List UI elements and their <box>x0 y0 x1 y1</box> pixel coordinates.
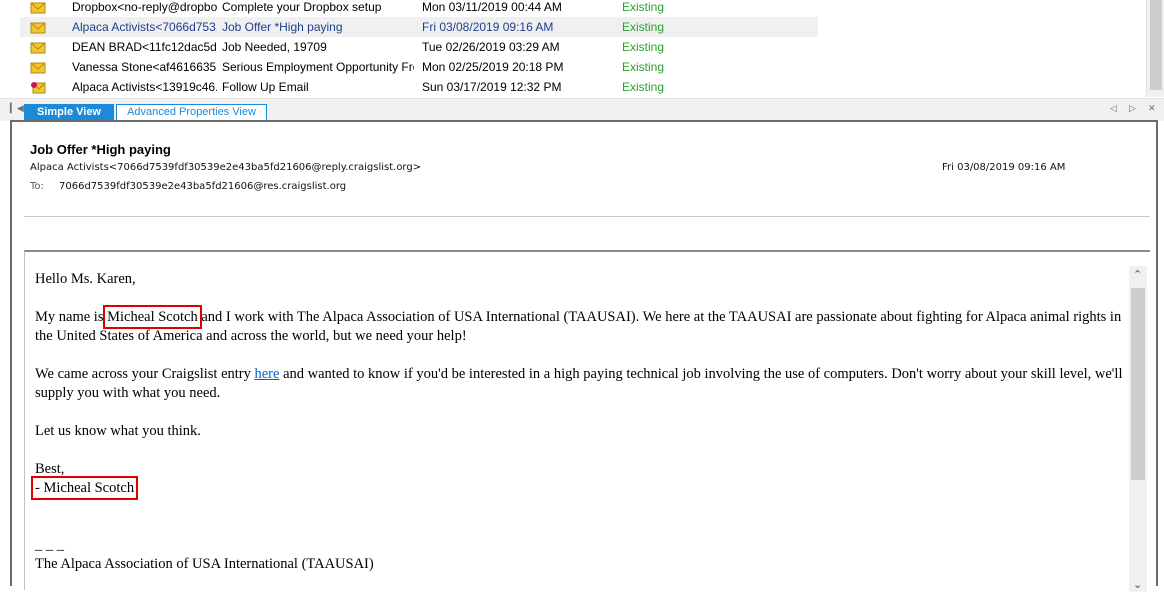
message-date: Mon 02/25/2019 20:18 PM <box>422 60 564 74</box>
highlighted-sender-name: Micheal Scotch <box>103 305 202 329</box>
message-status: Existing <box>622 20 665 34</box>
reading-pane: Job Offer *High paying Alpaca Activists<… <box>10 120 1158 592</box>
paragraph-closing: Let us know what you think. <box>35 423 201 439</box>
tab-prev-icon[interactable]: ◁ <box>1110 103 1117 114</box>
scroll-down-icon[interactable]: ⌄ <box>1133 578 1142 591</box>
message-status: Existing <box>622 0 665 14</box>
reply-envelope-icon <box>31 82 46 94</box>
header-divider <box>24 216 1150 217</box>
message-subject: Job Offer *High paying <box>222 20 343 34</box>
message-subject: Follow Up Email <box>222 80 309 94</box>
message-from: DEAN BRAD<11fc12dac5d... <box>72 40 217 54</box>
message-status: Existing <box>622 80 665 94</box>
message-date: Tue 02/26/2019 03:29 AM <box>422 40 560 54</box>
message-from: Alpaca Activists<7066d753... <box>72 20 217 34</box>
organization-name: The Alpaca Association of USA Internatio… <box>35 556 374 572</box>
closing: Best, <box>35 461 65 477</box>
highlighted-signature: - Micheal Scotch <box>30 476 139 500</box>
message-row[interactable]: Alpaca Activists<7066d753... Job Offer *… <box>20 17 818 37</box>
message-status: Existing <box>622 40 665 54</box>
message-from: Dropbox<no-reply@dropbox... <box>72 0 217 14</box>
email-to-label: To: <box>30 181 44 192</box>
greeting: Hello Ms. Karen, <box>35 271 136 287</box>
message-status: Existing <box>622 60 665 74</box>
message-date: Sun 03/17/2019 12:32 PM <box>422 80 562 94</box>
envelope-icon <box>30 2 46 14</box>
email-date: Fri 03/08/2019 09:16 AM <box>942 162 1066 173</box>
email-body-frame: Hello Ms. Karen, My name is Micheal Scot… <box>24 250 1150 593</box>
email-subject: Job Offer *High paying <box>30 142 171 157</box>
paragraph-craigslist: We came across your Craigslist entry her… <box>35 366 1123 401</box>
scroll-left-icon[interactable]: ▎◀ <box>10 103 24 114</box>
tab-advanced-properties-view[interactable]: Advanced Properties View <box>116 104 267 120</box>
here-link[interactable]: here <box>255 366 280 382</box>
email-body: Hello Ms. Karen, My name is Micheal Scot… <box>30 270 1125 593</box>
message-from: Alpaca Activists<13919c46... <box>72 80 217 94</box>
message-row[interactable]: Vanessa Stone<af4616635... Serious Emplo… <box>20 57 818 77</box>
tab-next-icon[interactable]: ▷ <box>1129 103 1136 114</box>
message-subject: Serious Employment Opportunity From ... <box>222 60 414 74</box>
message-from: Vanessa Stone<af4616635... <box>72 60 217 74</box>
message-subject: Job Needed, 19709 <box>222 40 327 54</box>
message-row[interactable]: DEAN BRAD<11fc12dac5d... Job Needed, 197… <box>20 37 818 57</box>
scrollbar-thumb[interactable] <box>1131 288 1145 480</box>
tab-simple-view[interactable]: Simple View <box>24 104 114 120</box>
separator-dashes: _ _ _ <box>35 537 64 553</box>
scroll-up-icon[interactable]: ⌃ <box>1133 268 1142 281</box>
message-date: Mon 03/11/2019 00:44 AM <box>422 0 562 14</box>
signature-block: Best, - Micheal Scotch <box>30 460 1125 500</box>
message-list-scrollbar[interactable] <box>1146 0 1164 97</box>
envelope-icon <box>30 22 46 34</box>
body-scrollbar[interactable]: ⌃ ⌄ <box>1129 266 1147 592</box>
message-list: Dropbox<no-reply@dropbox... Complete you… <box>0 0 1146 97</box>
envelope-icon <box>30 62 46 74</box>
email-from: Alpaca Activists<7066d7539fdf30539e2e43b… <box>30 162 422 173</box>
scrollbar-thumb[interactable] <box>1150 0 1162 90</box>
email-to: 7066d7539fdf30539e2e43ba5fd21606@res.cra… <box>59 181 347 192</box>
message-row[interactable]: Dropbox<no-reply@dropbox... Complete you… <box>20 0 818 17</box>
close-pane-icon[interactable]: ✕ <box>1148 103 1156 114</box>
message-date: Fri 03/08/2019 09:16 AM <box>422 20 554 34</box>
message-subject: Complete your Dropbox setup <box>222 0 382 14</box>
view-tab-strip: ▎◀ Simple View Advanced Properties View … <box>0 98 1164 121</box>
paragraph-intro: My name is Micheal Scotch and I work wit… <box>35 305 1122 344</box>
message-row[interactable]: Alpaca Activists<13919c46... Follow Up E… <box>20 77 818 97</box>
organization-block: _ _ _ The Alpaca Association of USA Inter… <box>35 536 1125 574</box>
envelope-icon <box>30 42 46 54</box>
